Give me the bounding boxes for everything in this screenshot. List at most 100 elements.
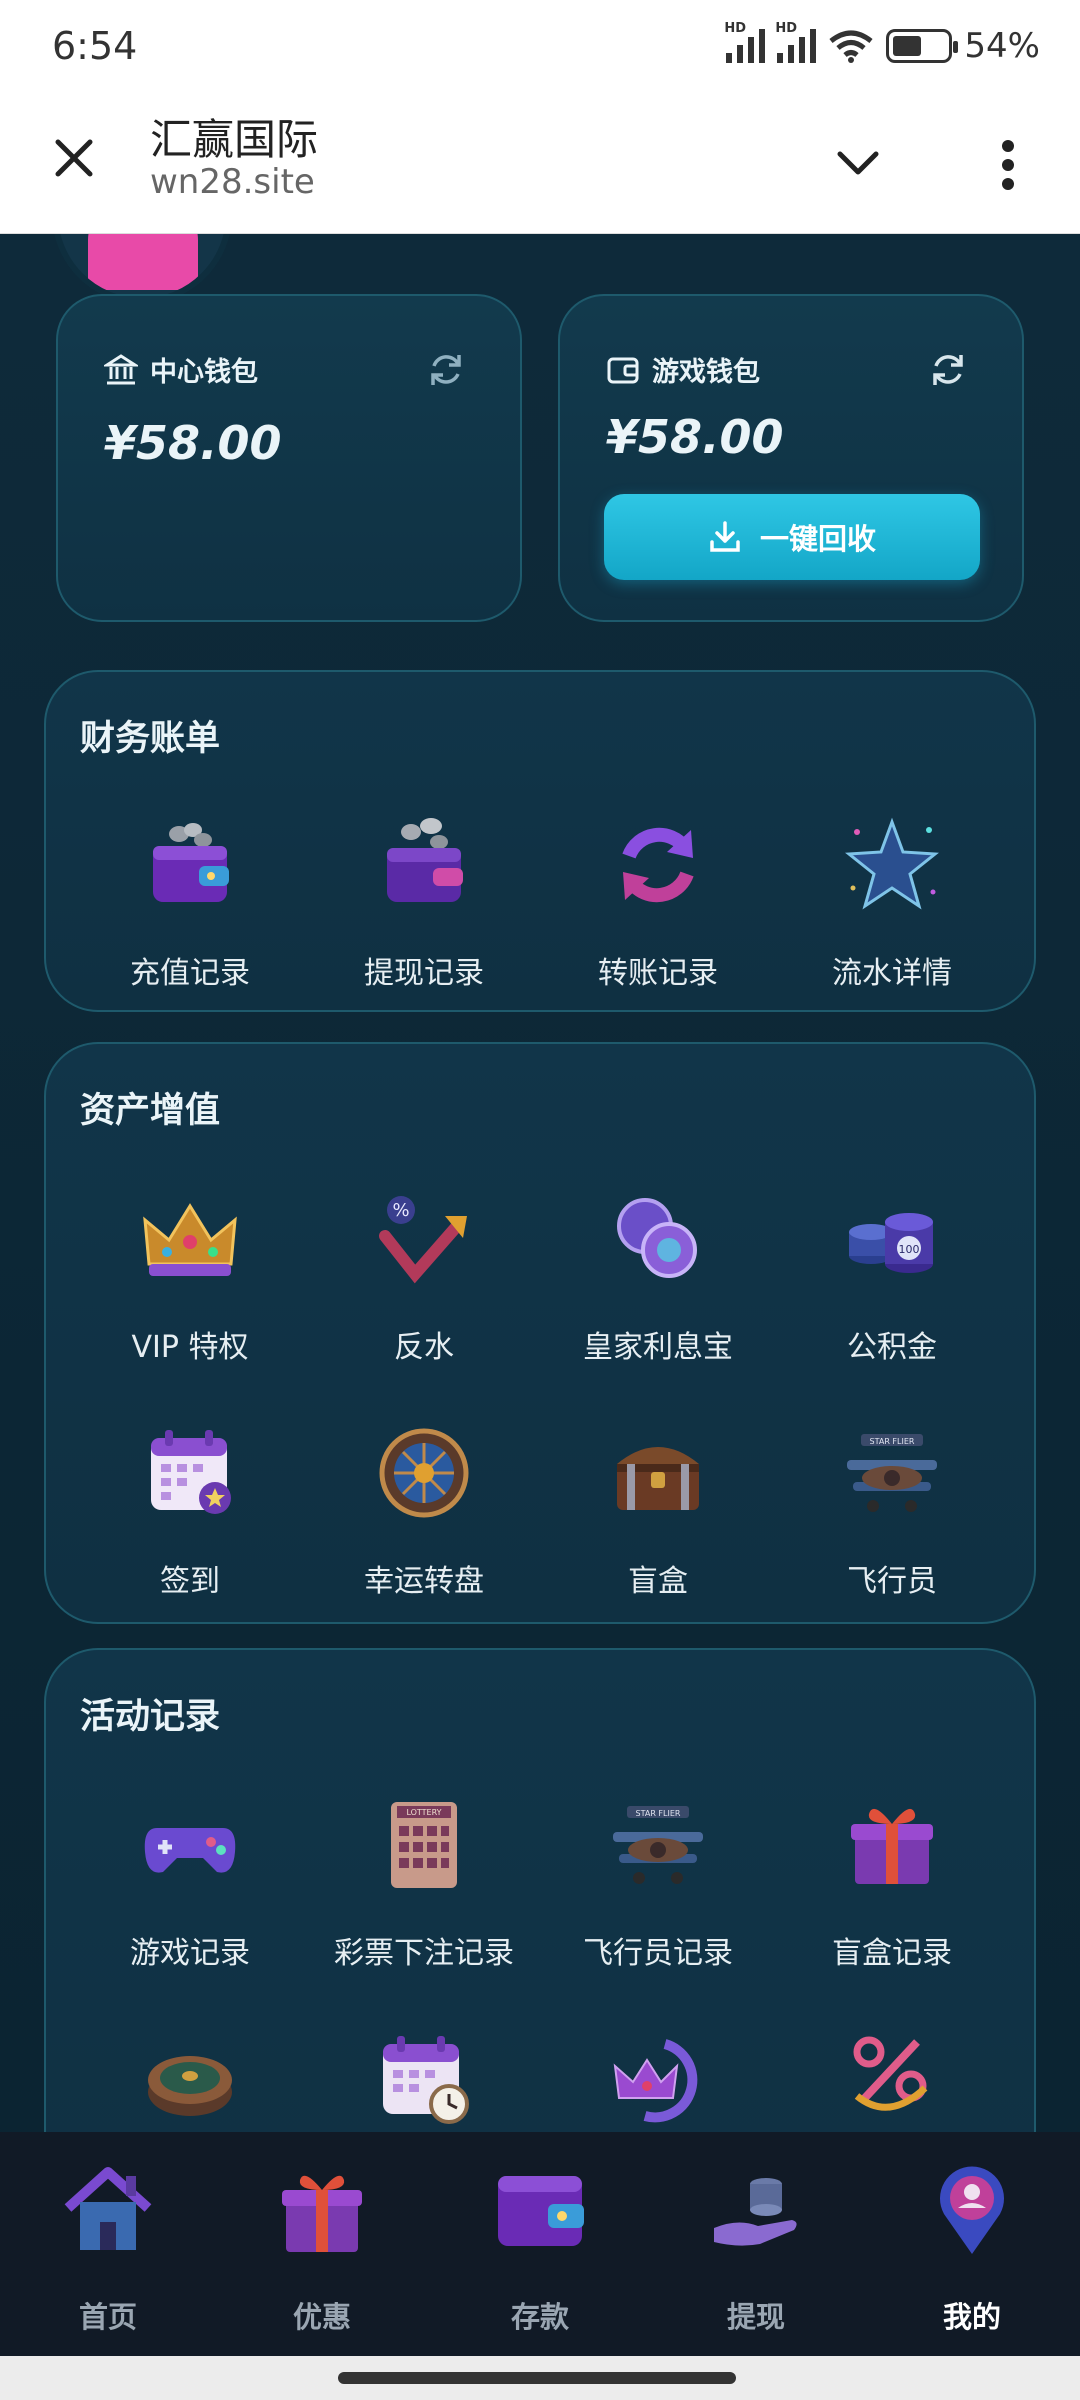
grid-item-rebate[interactable]: % 反水 bbox=[308, 1186, 540, 1366]
wallet-withdraw-icon bbox=[387, 818, 463, 902]
close-icon bbox=[55, 139, 93, 177]
gift-box-icon bbox=[851, 1808, 933, 1884]
wallet-coins-icon bbox=[153, 823, 229, 902]
wallet-outline-icon bbox=[607, 357, 639, 383]
page-title: 汇赢国际 bbox=[150, 115, 319, 164]
center-wallet-amount: ¥58.00 bbox=[104, 416, 282, 470]
nav-item-withdraw[interactable]: 提现 bbox=[656, 2162, 856, 2336]
grid-item-aviator-records[interactable]: STAR FLIER 飞行员记录 bbox=[542, 1792, 774, 1972]
crown-return-icon bbox=[613, 2039, 698, 2123]
grid-item-label: 皇家利息宝 bbox=[583, 1330, 733, 1365]
game-wallet-label: 游戏钱包 bbox=[652, 357, 760, 388]
grid-item-label: 转账记录 bbox=[598, 956, 718, 991]
page-content[interactable]: 中心钱包 ¥58.00 游戏钱包 ¥58.00 一键回收 财务账单 充值记录 提… bbox=[0, 234, 1080, 2132]
grid-item-turnover-details[interactable]: 流水详情 bbox=[776, 812, 1008, 992]
grid-item-aviator[interactable]: STAR FLIER 飞行员 bbox=[776, 1420, 1008, 1600]
grid-item-vip-records[interactable] bbox=[542, 2026, 774, 2132]
close-button[interactable] bbox=[44, 128, 104, 188]
grid-item-label: 游戏记录 bbox=[130, 1936, 250, 1971]
browser-top-bar: 汇赢国际 wn28.site bbox=[0, 96, 1080, 234]
nav-item-home[interactable]: 首页 bbox=[8, 2162, 208, 2336]
grid-item-label: 盲盒记录 bbox=[832, 1936, 952, 1971]
grid-item-check-in[interactable]: 签到 bbox=[74, 1420, 306, 1600]
svg-text:100: 100 bbox=[899, 1243, 920, 1256]
grid-item-royal-interest[interactable]: 皇家利息宝 bbox=[542, 1186, 774, 1366]
game-wallet-card: 游戏钱包 ¥58.00 一键回收 bbox=[558, 294, 1024, 622]
grid-item-recharge-records[interactable]: 充值记录 bbox=[74, 812, 306, 992]
bank-icon bbox=[104, 353, 138, 384]
grid-item-transfer-records[interactable]: 转账记录 bbox=[542, 812, 774, 992]
finance-title: 财务账单 bbox=[80, 719, 221, 759]
expand-button[interactable] bbox=[830, 136, 886, 192]
calendar-icon bbox=[151, 1430, 231, 1514]
grid-item-provident-fund[interactable]: 100 公积金 bbox=[776, 1186, 1008, 1366]
coins-icon bbox=[617, 1198, 697, 1278]
gamepad-icon bbox=[144, 1828, 236, 1873]
assets-panel: 资产增值 VIP 特权 % 反水 皇家利息宝 100 公积金 签到 幸运转盘 盲… bbox=[44, 1042, 1036, 1624]
gift-icon bbox=[282, 2175, 362, 2252]
status-bar: 6:54 HD HD 54% bbox=[0, 0, 1080, 96]
grid-item-label: 充值记录 bbox=[130, 956, 250, 991]
grid-item-label: 幸运转盘 bbox=[364, 1564, 484, 1599]
signal-icon: HD bbox=[775, 21, 817, 63]
battery-level: 54% bbox=[964, 26, 1040, 66]
grid-item-lottery-bet-records[interactable]: LOTTERY 彩票下注记录 bbox=[308, 1792, 540, 1972]
chest-icon bbox=[617, 1447, 699, 1510]
refresh-icon[interactable] bbox=[928, 350, 968, 390]
grid-item-label: 公积金 bbox=[847, 1330, 937, 1365]
star-icon bbox=[845, 817, 939, 910]
one-click-recycle-button[interactable]: 一键回收 bbox=[604, 494, 980, 580]
nav-label: 首页 bbox=[78, 2300, 137, 2334]
recycle-label: 一键回收 bbox=[759, 522, 876, 556]
grid-item-roulette-records[interactable] bbox=[74, 2026, 306, 2132]
grid-item-blind-box-records[interactable]: 盲盒记录 bbox=[776, 1792, 1008, 1972]
wallet-icon bbox=[498, 2176, 584, 2246]
grid-item-withdraw-records[interactable]: 提现记录 bbox=[308, 812, 540, 992]
gesture-bar bbox=[0, 2356, 1080, 2400]
chips-stack-icon: 100 bbox=[849, 1213, 933, 1273]
center-wallet-card: 中心钱包 ¥58.00 bbox=[56, 294, 522, 622]
refresh-icon[interactable] bbox=[426, 350, 466, 390]
grid-item-blind-box[interactable]: 盲盒 bbox=[542, 1420, 774, 1600]
grid-item-vip-privileges[interactable]: VIP 特权 bbox=[74, 1186, 306, 1366]
activity-panel: 活动记录 游戏记录 LOTTERY 彩票下注记录 STAR FLIER 飞行员记… bbox=[44, 1648, 1036, 2132]
battery-icon bbox=[886, 29, 959, 63]
grid-item-label: VIP 特权 bbox=[131, 1330, 249, 1365]
nav-label: 优惠 bbox=[292, 2300, 351, 2334]
crown-icon bbox=[143, 1203, 237, 1276]
grid-item-label: 飞行员记录 bbox=[583, 1936, 733, 1971]
roulette-icon bbox=[148, 2056, 232, 2116]
grid-item-label: 签到 bbox=[160, 1564, 220, 1599]
home-icon bbox=[64, 2167, 152, 2250]
game-wallet-amount: ¥58.00 bbox=[606, 410, 784, 464]
status-icons: HD HD 54% bbox=[724, 21, 1040, 66]
grid-item-check-in-records[interactable] bbox=[308, 2026, 540, 2132]
bottom-navigation: 首页 优惠 存款 提现 我的 bbox=[0, 2132, 1080, 2356]
more-options-button[interactable] bbox=[980, 132, 1036, 198]
page-url: wn28.site bbox=[150, 162, 315, 202]
signal-icon: HD bbox=[724, 21, 766, 63]
grid-item-lucky-wheel[interactable]: 幸运转盘 bbox=[308, 1420, 540, 1600]
svg-text:LOTTERY: LOTTERY bbox=[406, 1808, 441, 1817]
game-wallet-header: 游戏钱包 bbox=[606, 350, 760, 389]
plane-icon: STAR FLIER bbox=[847, 1434, 937, 1512]
assets-title: 资产增值 bbox=[80, 1091, 221, 1131]
grid-item-label: 盲盒 bbox=[628, 1564, 688, 1599]
nav-item-profile[interactable]: 我的 bbox=[872, 2162, 1072, 2336]
download-icon bbox=[710, 521, 740, 552]
home-indicator[interactable] bbox=[338, 2372, 736, 2384]
nav-item-deposit[interactable]: 存款 bbox=[440, 2162, 640, 2336]
grid-item-game-records[interactable]: 游戏记录 bbox=[74, 1792, 306, 1972]
wheel-icon bbox=[379, 1428, 469, 1518]
hand-coins-icon bbox=[714, 2178, 797, 2246]
lottery-ticket-icon: LOTTERY bbox=[391, 1802, 457, 1888]
percent-arrow-icon bbox=[853, 2036, 928, 2111]
center-wallet-label: 中心钱包 bbox=[150, 357, 258, 388]
grid-item-rebate-records[interactable] bbox=[776, 2026, 1008, 2132]
more-vert-icon bbox=[1002, 140, 1014, 190]
svg-text:STAR FLIER: STAR FLIER bbox=[870, 1437, 915, 1446]
nav-item-promotions[interactable]: 优惠 bbox=[222, 2162, 422, 2336]
nav-label: 提现 bbox=[726, 2300, 785, 2334]
grid-item-label: 飞行员 bbox=[847, 1564, 937, 1599]
nav-label: 我的 bbox=[942, 2300, 1001, 2334]
